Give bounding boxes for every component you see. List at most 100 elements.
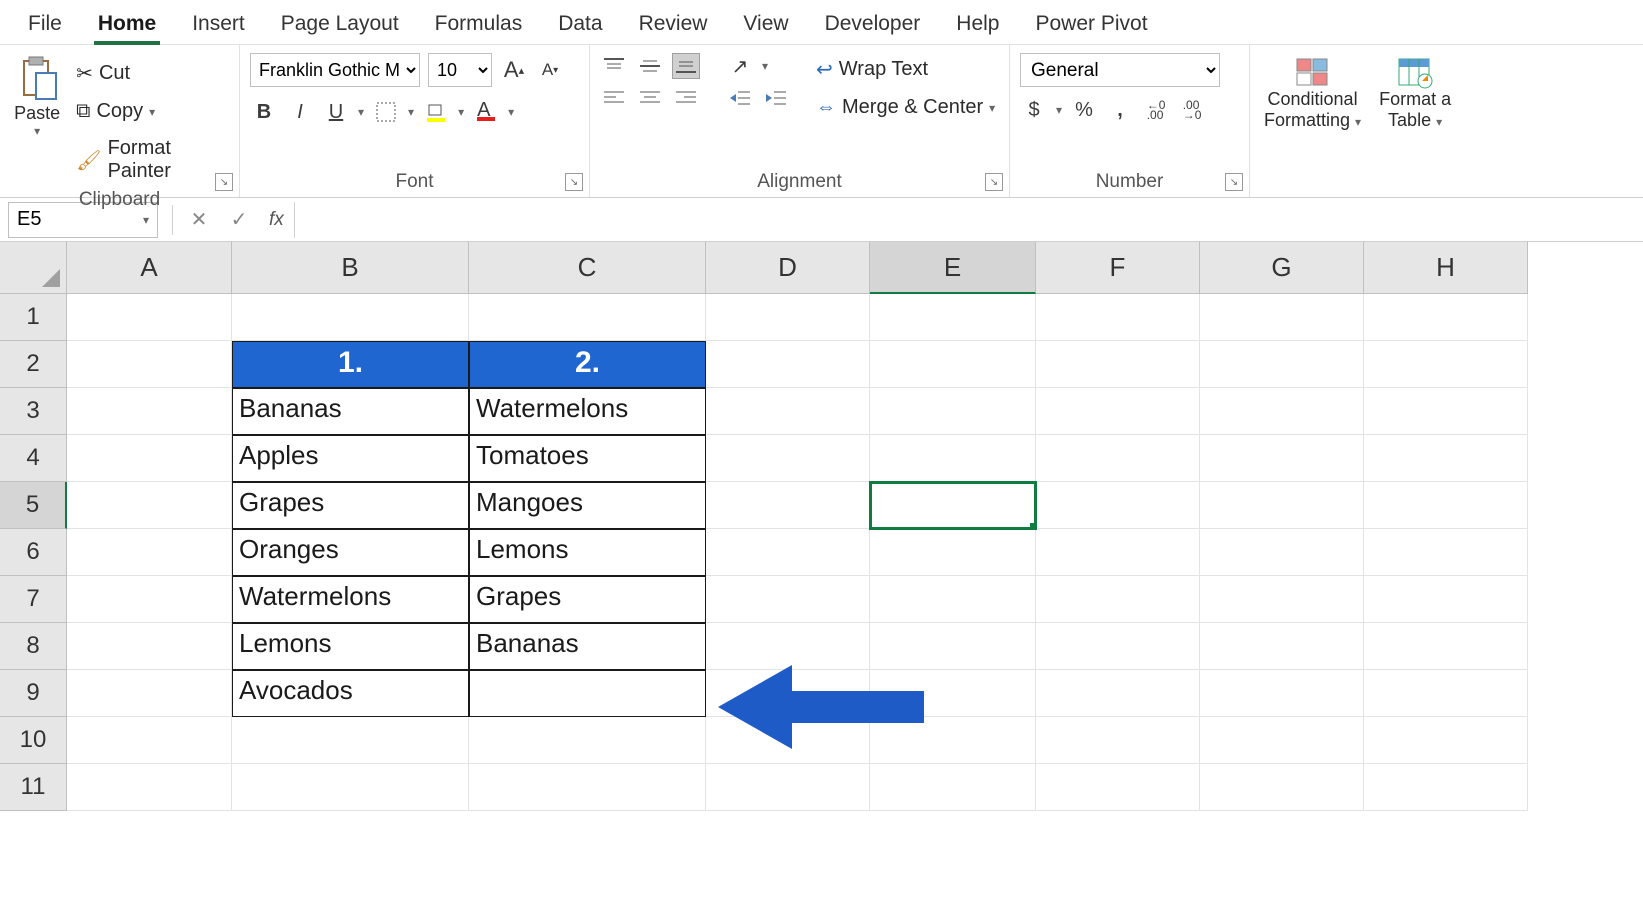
chevron-down-icon[interactable]: ▾ [458,105,464,119]
cell-E4[interactable] [870,435,1036,482]
paste-button[interactable]: Paste ▾ [10,53,64,140]
col-header-B[interactable]: B [232,242,469,294]
cell-H4[interactable] [1364,435,1528,482]
decrease-decimal-icon[interactable]: .00→0 [1178,97,1206,123]
cell-F9[interactable] [1036,670,1200,717]
cell-A10[interactable] [67,717,232,764]
cell-C11[interactable] [469,764,706,811]
cell-G9[interactable] [1200,670,1364,717]
cell-C3[interactable]: Watermelons [469,388,706,435]
underline-button[interactable]: U [322,99,350,125]
cell-G6[interactable] [1200,529,1364,576]
bold-button[interactable]: B [250,99,278,125]
chevron-down-icon[interactable]: ▾ [508,105,514,119]
copy-button[interactable]: ⧉ Copy ▾ [74,96,229,127]
cell-C5[interactable]: Mangoes [469,482,706,529]
cell-F4[interactable] [1036,435,1200,482]
col-header-C[interactable]: C [469,242,706,294]
row-header-4[interactable]: 4 [0,435,67,482]
cell-A9[interactable] [67,670,232,717]
font-dialog-launcher[interactable]: ↘ [565,173,583,191]
alignment-dialog-launcher[interactable]: ↘ [985,173,1003,191]
cell-A11[interactable] [67,764,232,811]
chevron-down-icon[interactable]: ▾ [408,105,414,119]
cell-B9[interactable]: Avocados [232,670,469,717]
cell-F3[interactable] [1036,388,1200,435]
cell-G7[interactable] [1200,576,1364,623]
cell-E9[interactable] [870,670,1036,717]
cell-E8[interactable] [870,623,1036,670]
cell-H5[interactable] [1364,482,1528,529]
fx-icon[interactable]: fx [269,209,284,231]
cell-F6[interactable] [1036,529,1200,576]
cell-A3[interactable] [67,388,232,435]
cell-C1[interactable] [469,294,706,341]
cell-A5[interactable] [67,482,232,529]
increase-font-icon[interactable]: A▴ [500,57,528,83]
font-size-select[interactable]: 10 [428,53,492,87]
increase-decimal-icon[interactable]: ←0.00 [1142,97,1170,123]
cell-B4[interactable]: Apples [232,435,469,482]
align-bottom-icon[interactable] [672,53,700,79]
cell-E2[interactable] [870,341,1036,388]
cell-F2[interactable] [1036,341,1200,388]
cell-D4[interactable] [706,435,870,482]
tab-review[interactable]: Review [621,4,726,44]
cell-A6[interactable] [67,529,232,576]
tab-view[interactable]: View [725,4,806,44]
percent-format-icon[interactable]: % [1070,97,1098,123]
cell-D3[interactable] [706,388,870,435]
cell-D5[interactable] [706,482,870,529]
align-right-icon[interactable] [672,85,700,111]
cell-E1[interactable] [870,294,1036,341]
tab-power-pivot[interactable]: Power Pivot [1018,4,1166,44]
decrease-indent-icon[interactable] [726,85,754,111]
cell-H11[interactable] [1364,764,1528,811]
cell-C4[interactable]: Tomatoes [469,435,706,482]
increase-indent-icon[interactable] [762,85,790,111]
clipboard-dialog-launcher[interactable]: ↘ [215,173,233,191]
row-header-9[interactable]: 9 [0,670,67,717]
row-header-6[interactable]: 6 [0,529,67,576]
cell-B5[interactable]: Grapes [232,482,469,529]
cell-B11[interactable] [232,764,469,811]
cell-G4[interactable] [1200,435,1364,482]
cell-H8[interactable] [1364,623,1528,670]
align-top-icon[interactable] [600,53,628,79]
align-left-icon[interactable] [600,85,628,111]
tab-developer[interactable]: Developer [807,4,939,44]
col-header-F[interactable]: F [1036,242,1200,294]
cell-A2[interactable] [67,341,232,388]
cell-A7[interactable] [67,576,232,623]
cell-D1[interactable] [706,294,870,341]
row-header-10[interactable]: 10 [0,717,67,764]
cell-G3[interactable] [1200,388,1364,435]
row-header-1[interactable]: 1 [0,294,67,341]
cell-D7[interactable] [706,576,870,623]
row-header-11[interactable]: 11 [0,764,67,811]
borders-button[interactable] [372,99,400,125]
chevron-down-icon[interactable]: ▾ [762,59,768,73]
select-all-corner[interactable] [0,242,67,294]
cell-E3[interactable] [870,388,1036,435]
cell-H2[interactable] [1364,341,1528,388]
number-dialog-launcher[interactable]: ↘ [1225,173,1243,191]
cell-F1[interactable] [1036,294,1200,341]
row-header-7[interactable]: 7 [0,576,67,623]
cell-B8[interactable]: Lemons [232,623,469,670]
cell-F7[interactable] [1036,576,1200,623]
col-header-E[interactable]: E [870,242,1036,294]
cell-H3[interactable] [1364,388,1528,435]
orientation-icon[interactable]: ↗ [726,53,754,79]
font-name-select[interactable]: Franklin Gothic Me [250,53,420,87]
cut-button[interactable]: ✂ Cut [74,57,229,90]
cell-E11[interactable] [870,764,1036,811]
cell-G5[interactable] [1200,482,1364,529]
col-header-A[interactable]: A [67,242,232,294]
italic-button[interactable]: I [286,99,314,125]
cell-B7[interactable]: Watermelons [232,576,469,623]
merge-center-button[interactable]: ⇔ Merge & Center ▾ [814,92,997,123]
format-as-table-button[interactable]: Format a Table ▾ [1375,53,1455,133]
cell-D8[interactable] [706,623,870,670]
chevron-down-icon[interactable]: ▾ [1056,103,1062,117]
